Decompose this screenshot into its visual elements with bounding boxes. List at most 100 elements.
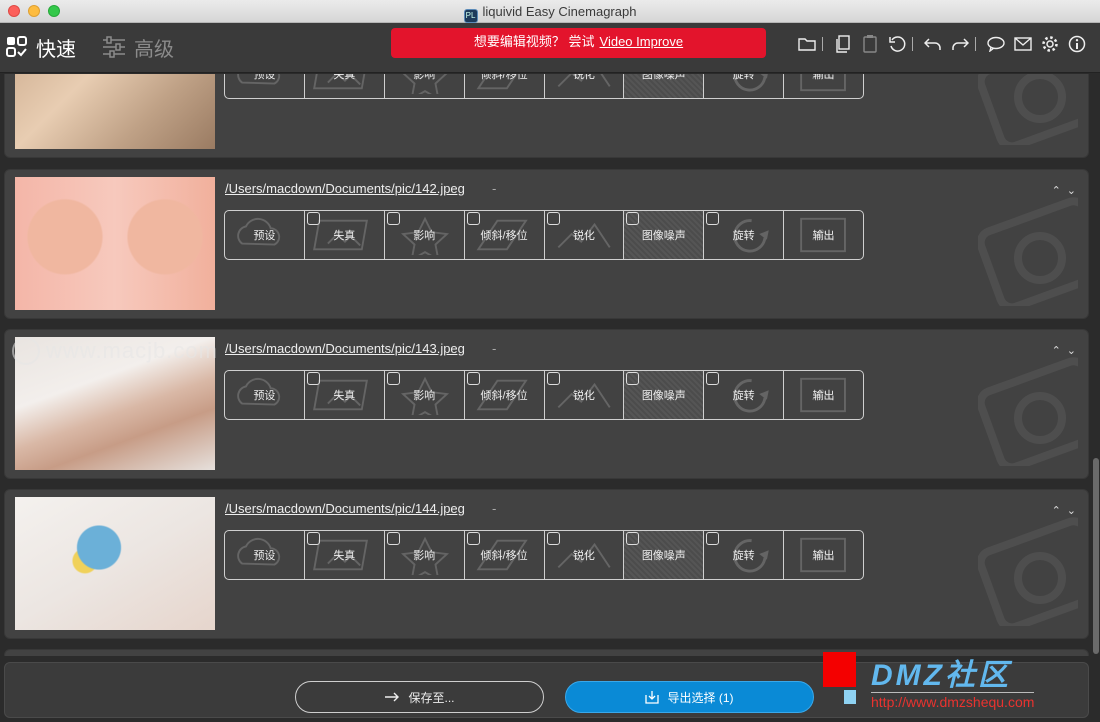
step-checkbox[interactable] — [626, 212, 640, 225]
step-label: 旋转 — [732, 74, 755, 81]
step-8[interactable]: 输出 — [784, 531, 863, 579]
step-7[interactable]: 旋转 — [704, 371, 785, 419]
step-label: 倾斜/移位 — [480, 230, 528, 242]
step-5[interactable]: 锐化 — [545, 211, 625, 259]
step-1[interactable]: 预设 — [225, 74, 305, 98]
step-3[interactable]: 影响 — [385, 371, 465, 419]
mail-icon[interactable] — [1012, 34, 1034, 54]
step-2[interactable]: 失真 — [305, 74, 385, 98]
info-icon[interactable] — [1066, 34, 1088, 54]
step-label: 预设 — [253, 74, 276, 81]
promo-link[interactable]: Video Improve — [600, 34, 684, 49]
step-checkbox[interactable] — [386, 372, 400, 385]
step-label: 输出 — [812, 230, 835, 242]
step-checkbox[interactable] — [706, 532, 720, 545]
step-1[interactable]: 预设 — [225, 531, 305, 579]
paste-icon[interactable] — [859, 34, 881, 54]
step-8[interactable]: 输出 — [784, 74, 863, 98]
step-checkbox[interactable] — [466, 212, 480, 225]
step-2[interactable]: 失真 — [305, 211, 385, 259]
step-checkbox[interactable] — [546, 372, 560, 385]
step-8[interactable]: 输出 — [784, 371, 863, 419]
quick-mode-icon — [6, 36, 27, 57]
save-to-label: 保存至... — [408, 690, 455, 705]
step-checkbox[interactable] — [306, 372, 320, 385]
step-label: 旋转 — [732, 390, 755, 402]
image-item: /Users/macdown/Documents/pic/144.jpeg - … — [4, 489, 1089, 639]
step-5[interactable]: 锐化 — [545, 74, 625, 98]
image-thumbnail[interactable] — [15, 177, 215, 310]
step-checkbox[interactable] — [466, 532, 480, 545]
step-checkbox[interactable] — [306, 532, 320, 545]
step-label: 影响 — [413, 74, 436, 81]
step-6[interactable]: 图像噪声 — [624, 74, 705, 98]
step-label: 图像噪声 — [641, 230, 686, 242]
image-path[interactable]: /Users/macdown/Documents/pic/144.jpeg — [225, 501, 465, 516]
step-1[interactable]: 预设 — [225, 371, 305, 419]
step-checkbox[interactable] — [386, 212, 400, 225]
step-checkbox[interactable] — [386, 532, 400, 545]
step-checkbox[interactable] — [626, 372, 640, 385]
promo-text: 想要编辑视频？ 尝试 — [473, 34, 595, 49]
step-2[interactable]: 失真 — [305, 531, 385, 579]
step-3[interactable]: 影响 — [385, 531, 465, 579]
redo-icon[interactable] — [949, 34, 971, 54]
step-7[interactable]: 旋转 — [704, 531, 785, 579]
image-item: /Users/macdown/Documents/pic/142.jpeg - … — [4, 169, 1089, 319]
step-7[interactable]: 旋转 — [704, 211, 785, 259]
image-status: - — [492, 501, 497, 516]
step-6[interactable]: 图像噪声 — [624, 211, 705, 259]
step-checkbox[interactable] — [306, 212, 320, 225]
step-6[interactable]: 图像噪声 — [624, 371, 705, 419]
step-4[interactable]: 倾斜/移位 — [465, 531, 545, 579]
settings-icon[interactable] — [1039, 34, 1061, 54]
step-7[interactable]: 旋转 — [704, 74, 785, 98]
step-label: 输出 — [812, 390, 835, 402]
step-3[interactable]: 影响 — [385, 211, 465, 259]
step-6[interactable]: 图像噪声 — [624, 531, 705, 579]
camera-watermark-icon — [978, 197, 1078, 306]
scrollbar-thumb[interactable] — [1093, 458, 1099, 654]
image-path[interactable]: /Users/macdown/Documents/pic/143.jpeg — [225, 341, 465, 356]
chat-icon[interactable] — [985, 34, 1007, 54]
advanced-mode-tab[interactable]: 高级 — [102, 35, 174, 61]
macjb-watermark: www.macjb.com — [12, 337, 218, 365]
advanced-mode-label: 高级 — [134, 38, 174, 61]
step-8[interactable]: 输出 — [784, 211, 863, 259]
image-path[interactable]: /Users/macdown/Documents/pic/142.jpeg — [225, 181, 465, 196]
step-checkbox[interactable] — [546, 532, 560, 545]
window-title-text: liquivid Easy Cinemagraph — [482, 4, 637, 19]
vertical-scrollbar[interactable] — [1092, 74, 1100, 656]
camera-watermark-icon — [978, 357, 1078, 466]
step-1[interactable]: 预设 — [225, 211, 305, 259]
step-checkbox[interactable] — [546, 212, 560, 225]
window-title: PL liquivid Easy Cinemagraph — [0, 4, 1100, 23]
export-selection-button[interactable]: 导出选择 (1) — [565, 681, 814, 713]
step-label: 预设 — [253, 390, 276, 402]
step-label: 失真 — [333, 550, 356, 562]
step-5[interactable]: 锐化 — [545, 371, 625, 419]
steps-bar: 预设 失真 影响 倾斜/移位 锐化 图像噪声 旋转 输出 — [224, 530, 864, 580]
step-3[interactable]: 影响 — [385, 74, 465, 98]
step-checkbox[interactable] — [706, 372, 720, 385]
step-2[interactable]: 失真 — [305, 371, 385, 419]
quick-mode-tab[interactable]: 快速 — [6, 35, 76, 61]
step-label: 锐化 — [572, 74, 595, 81]
step-label: 倾斜/移位 — [480, 74, 528, 81]
undo-icon[interactable] — [922, 34, 944, 54]
step-4[interactable]: 倾斜/移位 — [465, 371, 545, 419]
image-thumbnail[interactable] — [15, 497, 215, 630]
step-checkbox[interactable] — [626, 532, 640, 545]
save-to-button[interactable]: 保存至... — [295, 681, 544, 713]
copy-icon[interactable] — [832, 34, 854, 54]
step-4[interactable]: 倾斜/移位 — [465, 211, 545, 259]
step-checkbox[interactable] — [466, 372, 480, 385]
reset-icon[interactable] — [886, 34, 908, 54]
step-5[interactable]: 锐化 — [545, 531, 625, 579]
step-4[interactable]: 倾斜/移位 — [465, 74, 545, 98]
step-label: 倾斜/移位 — [480, 390, 528, 402]
image-thumbnail[interactable] — [15, 74, 215, 149]
step-checkbox[interactable] — [706, 212, 720, 225]
folder-icon[interactable] — [796, 34, 818, 54]
camera-watermark-icon — [978, 517, 1078, 626]
